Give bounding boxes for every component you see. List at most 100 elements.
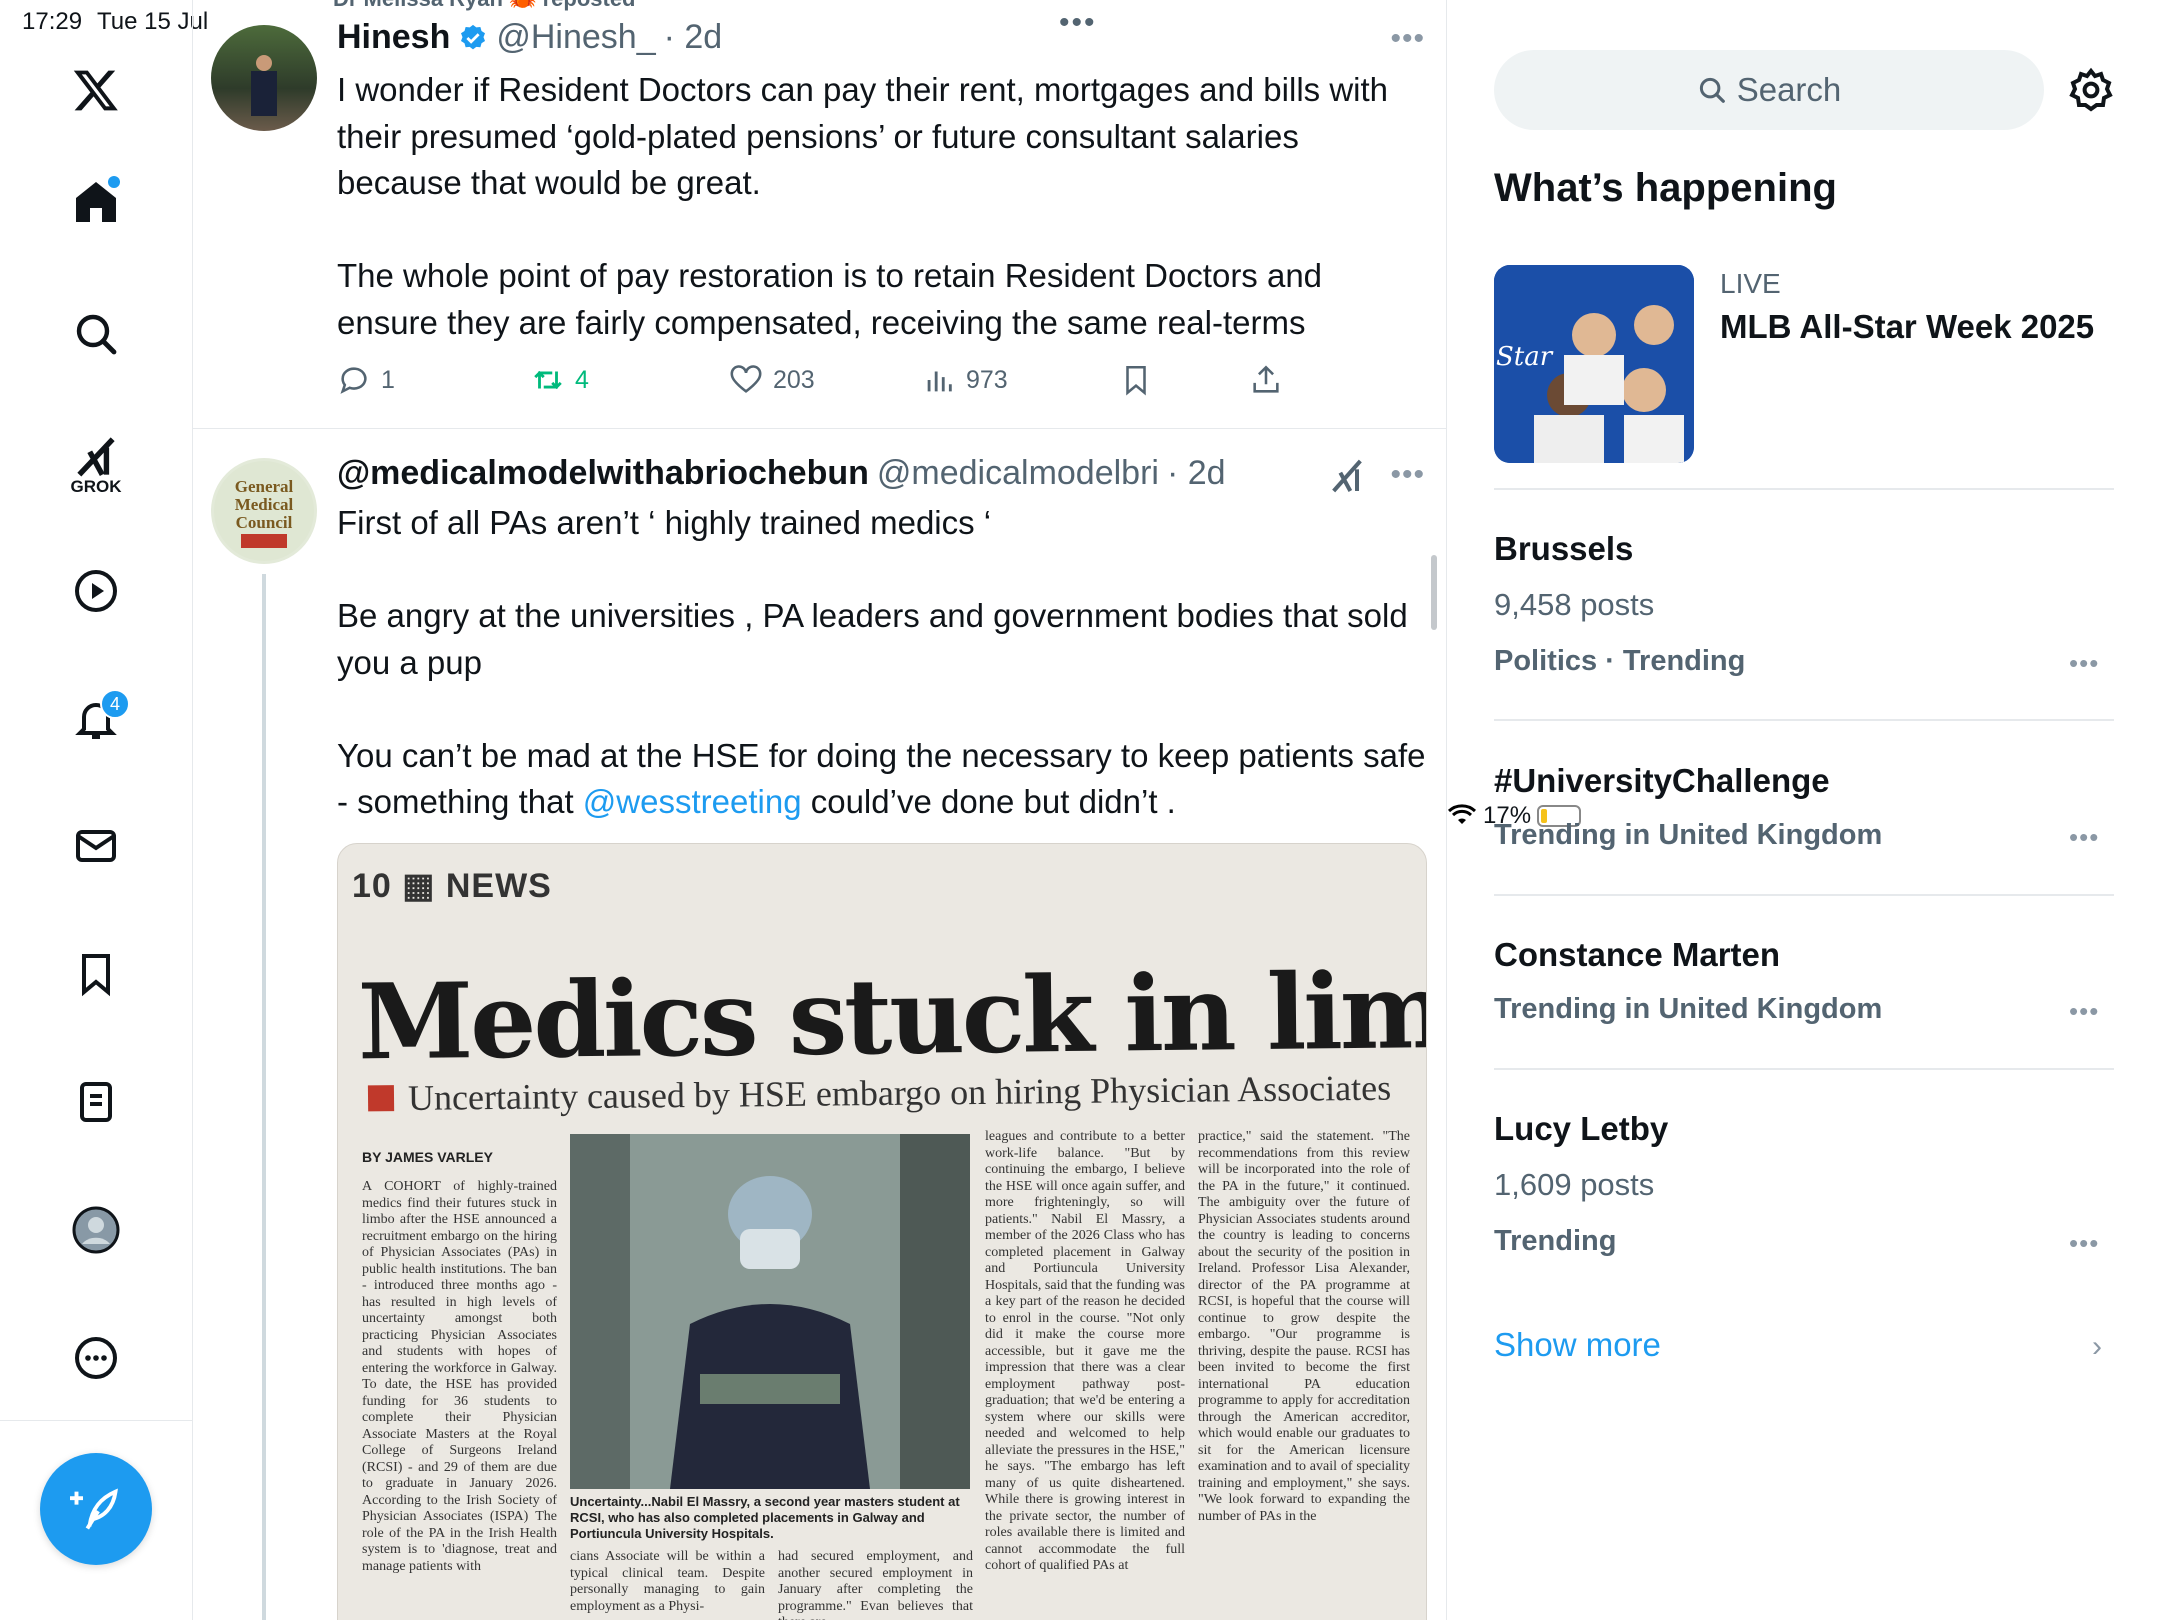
tweet-avatar[interactable]: General Medical Council bbox=[211, 458, 317, 564]
right-sidebar: Search What’s happening Star LIVE MLB Al… bbox=[1447, 0, 2160, 1620]
reply-count: 1 bbox=[381, 365, 395, 394]
nav-video[interactable] bbox=[56, 551, 136, 631]
like-count: 203 bbox=[773, 365, 815, 394]
trend-separator bbox=[1494, 1068, 2114, 1070]
reply-button[interactable]: 1 bbox=[337, 355, 395, 405]
trend-title[interactable]: #UniversityChallenge bbox=[1494, 762, 1830, 800]
like-button[interactable]: 203 bbox=[729, 355, 815, 405]
compose-button[interactable] bbox=[40, 1453, 152, 1565]
nav-messages[interactable] bbox=[56, 806, 136, 886]
news-column-4: practice," said the statement. "The reco… bbox=[1198, 1129, 1410, 1524]
tweet-avatar[interactable] bbox=[211, 25, 317, 131]
mention-link[interactable]: @wesstreeting bbox=[583, 783, 802, 820]
trend-post-count: 9,458 posts bbox=[1494, 587, 1655, 622]
author-name[interactable]: @medicalmodelwithabriochebun bbox=[337, 454, 869, 493]
svg-text:General: General bbox=[235, 477, 294, 496]
thread-line bbox=[262, 574, 266, 1620]
news-byline: BY JAMES VARLEY bbox=[362, 1149, 493, 1165]
avatar-icon bbox=[72, 1206, 120, 1254]
svg-text:Council: Council bbox=[236, 513, 293, 532]
top-handle-dots: ••• bbox=[1059, 6, 1097, 39]
tweet-more-icon[interactable]: ••• bbox=[1390, 22, 1425, 56]
tweet-text-end: could’ve done but didn’t . bbox=[801, 783, 1176, 820]
verified-badge-icon bbox=[461, 24, 486, 49]
tweet-header: @medicalmodelwithabriochebun @medicalmod… bbox=[337, 454, 1226, 493]
scrollbar-thumb[interactable] bbox=[1431, 555, 1437, 630]
tweet-header: Hinesh @Hinesh_ · 2d bbox=[337, 18, 722, 57]
red-square-icon bbox=[367, 1085, 395, 1112]
tweet-text: I wonder if Resident Doctors can pay the… bbox=[337, 71, 1389, 341]
repost-icon bbox=[534, 370, 562, 390]
nav-notifications[interactable]: 4 bbox=[56, 679, 136, 759]
tweet-text: First of all PAs aren’t ‘ highly trained… bbox=[337, 500, 1427, 826]
search-icon bbox=[76, 314, 117, 355]
svg-text:Medical: Medical bbox=[235, 495, 294, 514]
compose-icon bbox=[70, 1488, 118, 1530]
list-icon bbox=[80, 1082, 112, 1122]
repost-button[interactable]: 4 bbox=[531, 355, 589, 405]
repost-count: 4 bbox=[575, 365, 589, 394]
grok-icon[interactable] bbox=[1327, 456, 1367, 496]
nav-grok[interactable]: GROK bbox=[56, 425, 136, 505]
trend-post-count: 1,609 posts bbox=[1494, 1167, 1655, 1202]
trend-title[interactable]: Lucy Letby bbox=[1494, 1110, 1668, 1148]
trend-more-icon[interactable]: ••• bbox=[2069, 822, 2099, 853]
news-caption: Uncertainty...Nabil El Massry, a second … bbox=[570, 1494, 960, 1541]
live-title[interactable]: MLB All-Star Week 2025 bbox=[1720, 308, 2094, 346]
nav-lists[interactable] bbox=[56, 1062, 136, 1142]
trend-title[interactable]: Constance Marten bbox=[1494, 936, 1780, 974]
news-kicker: 10 ▦ NEWS bbox=[352, 867, 552, 905]
search-input[interactable]: Search bbox=[1494, 50, 2044, 130]
nav-profile[interactable] bbox=[56, 1190, 136, 1270]
news-subheadline-text: Uncertainty caused by HSE embargo on hir… bbox=[407, 1067, 1392, 1118]
reply-icon bbox=[340, 367, 367, 394]
tweet-time[interactable]: · 2d bbox=[664, 18, 723, 57]
views-button[interactable]: 973 bbox=[922, 355, 1008, 405]
nav-home[interactable] bbox=[56, 162, 136, 242]
news-column-2b: had secured employment, and another secu… bbox=[778, 1549, 973, 1620]
share-button[interactable] bbox=[1249, 355, 1283, 405]
share-icon bbox=[1253, 365, 1279, 393]
tweet-more-icon[interactable]: ••• bbox=[1390, 458, 1425, 492]
play-icon bbox=[75, 570, 117, 612]
search-icon bbox=[1699, 77, 1725, 103]
more-circle-icon bbox=[75, 1337, 117, 1379]
heart-icon bbox=[730, 365, 762, 393]
nav-bookmarks[interactable] bbox=[56, 934, 136, 1014]
mail-icon bbox=[76, 830, 116, 862]
news-photo bbox=[570, 1134, 970, 1489]
bookmark-icon bbox=[82, 954, 110, 997]
show-more-link[interactable]: Show more bbox=[1494, 1326, 1661, 1364]
live-label: LIVE bbox=[1720, 268, 1781, 299]
live-event-image[interactable]: Star bbox=[1494, 265, 1694, 463]
notification-badge: 4 bbox=[100, 689, 130, 719]
nav-more[interactable] bbox=[56, 1318, 136, 1398]
tweet-image[interactable]: 10 ▦ NEWS Medics stuck in limbo Uncertai… bbox=[337, 843, 1427, 1620]
bookmark-icon bbox=[1126, 365, 1146, 396]
trend-more-icon[interactable]: ••• bbox=[2069, 996, 2099, 1027]
tweet-time[interactable]: · 2d bbox=[1167, 454, 1226, 493]
repost-note: Dr Melissa Ryan 🦀 reposted bbox=[333, 0, 636, 12]
trend-title[interactable]: Brussels bbox=[1494, 530, 1633, 568]
x-logo-icon[interactable] bbox=[56, 50, 136, 130]
author-handle[interactable]: @Hinesh_ bbox=[496, 18, 655, 57]
trend-category: Trending in United Kingdom bbox=[1494, 819, 1883, 851]
trend-category: Trending in United Kingdom bbox=[1494, 993, 1883, 1025]
grok-icon bbox=[77, 437, 115, 477]
trend-more-icon[interactable]: ••• bbox=[2069, 648, 2099, 679]
tweet-text-body: First of all PAs aren’t ‘ highly trained… bbox=[337, 504, 1426, 820]
trend-more-icon[interactable]: ••• bbox=[2069, 1228, 2099, 1259]
nav-explore[interactable] bbox=[56, 294, 136, 374]
bookmark-button[interactable] bbox=[1119, 355, 1153, 405]
search-placeholder: Search bbox=[1736, 71, 1842, 108]
news-column-1: A COHORT of highly-trained medics find t… bbox=[362, 1179, 557, 1574]
views-icon bbox=[927, 371, 952, 392]
home-unread-dot bbox=[108, 176, 120, 188]
gear-icon[interactable] bbox=[2067, 66, 2115, 114]
tweet-separator bbox=[193, 428, 1446, 429]
author-handle[interactable]: @medicalmodelbri bbox=[877, 454, 1159, 493]
news-column-2: cians Associate will be within a typical… bbox=[570, 1549, 765, 1614]
author-name[interactable]: Hinesh bbox=[337, 18, 450, 57]
main-feed: Dr Melissa Ryan 🦀 reposted ••• Hinesh @H… bbox=[193, 0, 1447, 1620]
news-headline: Medics stuck in limbo bbox=[357, 947, 1427, 1084]
